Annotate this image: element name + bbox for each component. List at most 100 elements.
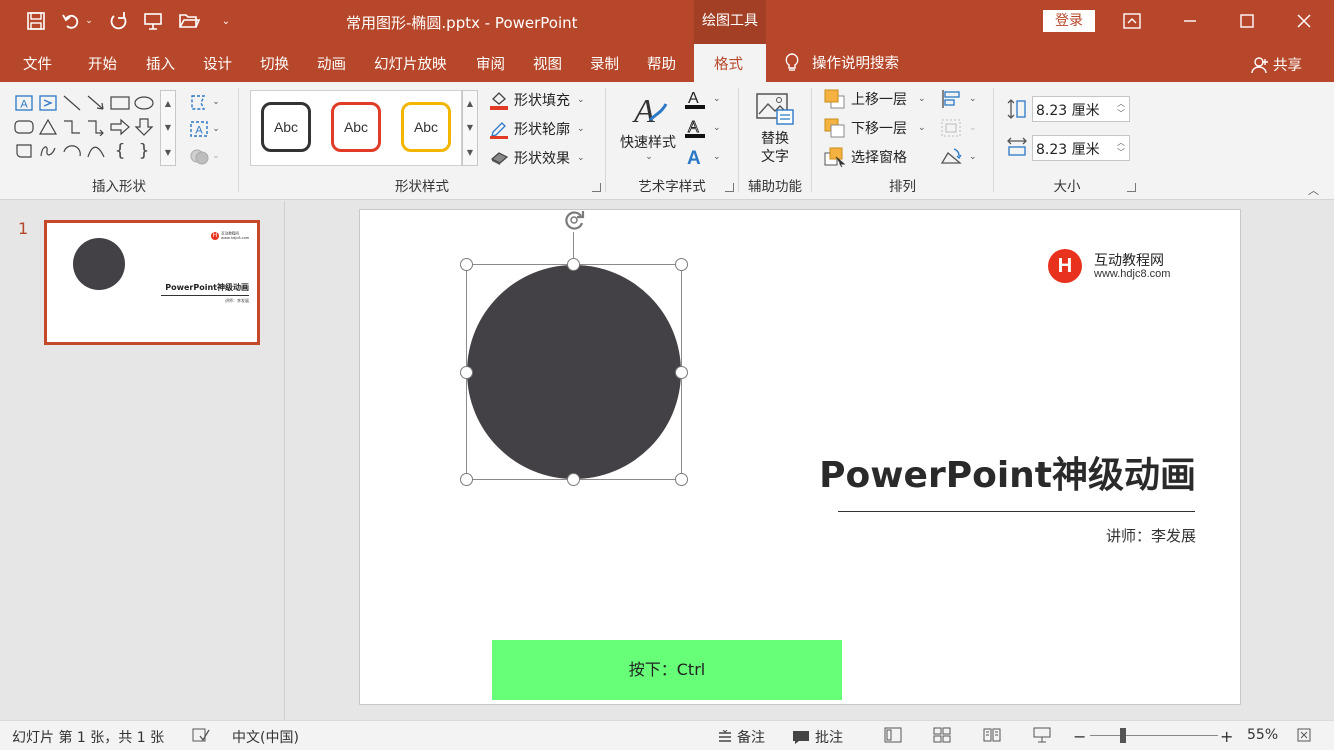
tab-format[interactable]: 格式 bbox=[694, 44, 766, 82]
share-button[interactable]: 共享 bbox=[1251, 54, 1302, 75]
notes-button[interactable]: 备注 bbox=[718, 727, 765, 747]
size-launcher-icon[interactable] bbox=[1127, 183, 1136, 192]
slide-subtitle[interactable]: 讲师：李发展 bbox=[960, 525, 1196, 546]
spelling-check-icon[interactable] bbox=[192, 727, 210, 743]
rounded-rectangle-shape-icon[interactable] bbox=[12, 115, 36, 139]
resize-handle-top-left[interactable] bbox=[460, 258, 473, 271]
elbow-arrow-connector-shape-icon[interactable] bbox=[84, 115, 108, 139]
save-icon[interactable] bbox=[23, 8, 49, 34]
alt-text-button[interactable]: 替换 文字 bbox=[745, 92, 805, 166]
vertical-text-box-shape-icon[interactable] bbox=[36, 91, 60, 115]
resize-handle-right[interactable] bbox=[675, 366, 688, 379]
reading-view-icon[interactable] bbox=[983, 727, 1001, 743]
elbow-connector-shape-icon[interactable] bbox=[60, 115, 84, 139]
width-spinner[interactable]: ︿ ﹀ bbox=[1117, 138, 1125, 158]
bring-forward-button[interactable]: 上移一层 ⌄ bbox=[824, 89, 926, 109]
align-button[interactable]: ⌄ bbox=[940, 89, 977, 109]
tab-review[interactable]: 审阅 bbox=[476, 53, 505, 74]
minimize-icon[interactable] bbox=[1175, 8, 1205, 34]
shapes-gallery-scroll[interactable]: ▲ ▼ ▼ bbox=[160, 90, 176, 166]
height-spinner[interactable]: ︿ ﹀ bbox=[1117, 99, 1125, 119]
tab-slideshow[interactable]: 幻灯片放映 bbox=[374, 53, 447, 74]
open-folder-icon[interactable] bbox=[176, 8, 202, 34]
zoom-in-button[interactable]: + bbox=[1220, 727, 1233, 746]
language-status[interactable]: 中文(中国) bbox=[232, 727, 299, 747]
text-fill-button[interactable]: A ⌄ bbox=[684, 88, 721, 110]
slide-thumbnail[interactable]: H 互动教程网 www.hdjc8.com PowerPoint神级动画 讲师：… bbox=[44, 220, 260, 345]
resize-handle-bottom-right[interactable] bbox=[675, 473, 688, 486]
text-outline-button[interactable]: A ⌄ bbox=[684, 117, 721, 139]
shape-styles-launcher-icon[interactable] bbox=[592, 183, 601, 192]
resize-handle-left[interactable] bbox=[460, 366, 473, 379]
shape-width-input[interactable]: 8.23 厘米 ︿ ﹀ bbox=[1032, 135, 1130, 161]
slide-sorter-icon[interactable] bbox=[933, 727, 951, 743]
slide-title[interactable]: PowerPoint神级动画 bbox=[800, 446, 1196, 498]
left-brace-shape-icon[interactable]: { bbox=[108, 139, 132, 163]
arrow-line-shape-icon[interactable] bbox=[84, 91, 108, 115]
zoom-level[interactable]: 55% bbox=[1247, 727, 1278, 743]
shape-fill-button[interactable]: 形状填充 ⌄ bbox=[489, 90, 585, 110]
rectangle-shape-icon[interactable] bbox=[108, 91, 132, 115]
customize-qat-icon[interactable]: ⌄ bbox=[213, 8, 239, 34]
normal-view-icon[interactable] bbox=[884, 727, 902, 743]
resize-handle-top[interactable] bbox=[567, 258, 580, 271]
redo-icon[interactable] bbox=[106, 8, 132, 34]
tab-insert[interactable]: 插入 bbox=[146, 53, 175, 74]
undo-icon[interactable] bbox=[58, 8, 84, 34]
shape-effects-button[interactable]: 形状效果 ⌄ bbox=[489, 148, 585, 168]
slideshow-view-icon[interactable] bbox=[1033, 727, 1051, 743]
login-button[interactable]: 登录 bbox=[1043, 10, 1095, 32]
maximize-icon[interactable] bbox=[1232, 8, 1262, 34]
freeform-shape-icon[interactable] bbox=[36, 139, 60, 163]
close-icon[interactable] bbox=[1289, 8, 1319, 34]
triangle-shape-icon[interactable] bbox=[36, 115, 60, 139]
arc-shape-icon[interactable] bbox=[60, 139, 84, 163]
zoom-out-button[interactable]: − bbox=[1073, 727, 1086, 746]
tab-view[interactable]: 视图 bbox=[533, 53, 562, 74]
shape-style-dark[interactable]: Abc bbox=[261, 102, 311, 152]
shape-outline-button[interactable]: 形状轮廓 ⌄ bbox=[489, 119, 585, 139]
collapse-ribbon-icon[interactable]: ︿ bbox=[1308, 182, 1319, 198]
tab-transitions[interactable]: 切换 bbox=[260, 53, 289, 74]
text-effects-button[interactable]: A ⌄ bbox=[684, 146, 721, 168]
merge-shapes-icon[interactable]: ⌄ bbox=[184, 145, 224, 167]
edit-shape-icon[interactable]: ⌄ bbox=[184, 91, 224, 113]
wordart-launcher-icon[interactable] bbox=[725, 183, 734, 192]
tab-help[interactable]: 帮助 bbox=[647, 53, 676, 74]
shape-height-input[interactable]: 8.23 厘米 ︿ ﹀ bbox=[1032, 96, 1130, 122]
group-objects-button[interactable]: ⌄ bbox=[940, 118, 977, 138]
shape-style-gold[interactable]: Abc bbox=[401, 102, 451, 152]
text-box-icon[interactable]: A ⌄ bbox=[184, 118, 224, 140]
selected-circle-shape[interactable] bbox=[467, 265, 681, 479]
zoom-slider-thumb[interactable] bbox=[1120, 728, 1126, 743]
send-backward-button[interactable]: 下移一层 ⌄ bbox=[824, 118, 926, 138]
tab-animations[interactable]: 动画 bbox=[317, 53, 346, 74]
curve-shape-icon[interactable] bbox=[84, 139, 108, 163]
text-box-shape-icon[interactable]: A bbox=[12, 91, 36, 115]
zoom-slider-track[interactable] bbox=[1090, 735, 1218, 736]
tab-design[interactable]: 设计 bbox=[203, 53, 232, 74]
resize-handle-bottom[interactable] bbox=[567, 473, 580, 486]
right-arrow-shape-icon[interactable] bbox=[108, 115, 132, 139]
rotate-handle-icon[interactable] bbox=[561, 207, 587, 233]
slide-canvas[interactable]: H 互动教程网 www.hdjc8.com PowerPoint神级动画 讲师：… bbox=[359, 209, 1241, 705]
shape-styles-gallery-scroll[interactable]: ▲ ▼ ▼ bbox=[462, 90, 478, 166]
tab-file[interactable]: 文件 bbox=[23, 53, 52, 74]
flowchart-shape-icon[interactable] bbox=[12, 139, 36, 163]
ribbon-display-options-icon[interactable] bbox=[1117, 8, 1147, 34]
resize-handle-bottom-left[interactable] bbox=[460, 473, 473, 486]
tell-me-search[interactable]: 操作说明搜索 bbox=[784, 52, 899, 73]
selection-pane-button[interactable]: 选择窗格 bbox=[824, 147, 907, 167]
resize-handle-top-right[interactable] bbox=[675, 258, 688, 271]
tab-home[interactable]: 开始 bbox=[88, 53, 117, 74]
shape-style-red[interactable]: Abc bbox=[331, 102, 381, 152]
undo-dropdown-icon[interactable]: ⌄ bbox=[82, 8, 96, 34]
comments-button[interactable]: 批注 bbox=[792, 727, 843, 747]
fit-to-window-icon[interactable] bbox=[1296, 727, 1312, 743]
present-icon[interactable] bbox=[140, 8, 166, 34]
quick-styles-button[interactable]: A 快速样式 ⌄ bbox=[618, 90, 678, 162]
rotate-button[interactable]: ⌄ bbox=[940, 147, 977, 167]
right-brace-shape-icon[interactable]: } bbox=[132, 139, 156, 163]
line-shape-icon[interactable] bbox=[60, 91, 84, 115]
oval-shape-icon[interactable] bbox=[132, 91, 156, 115]
